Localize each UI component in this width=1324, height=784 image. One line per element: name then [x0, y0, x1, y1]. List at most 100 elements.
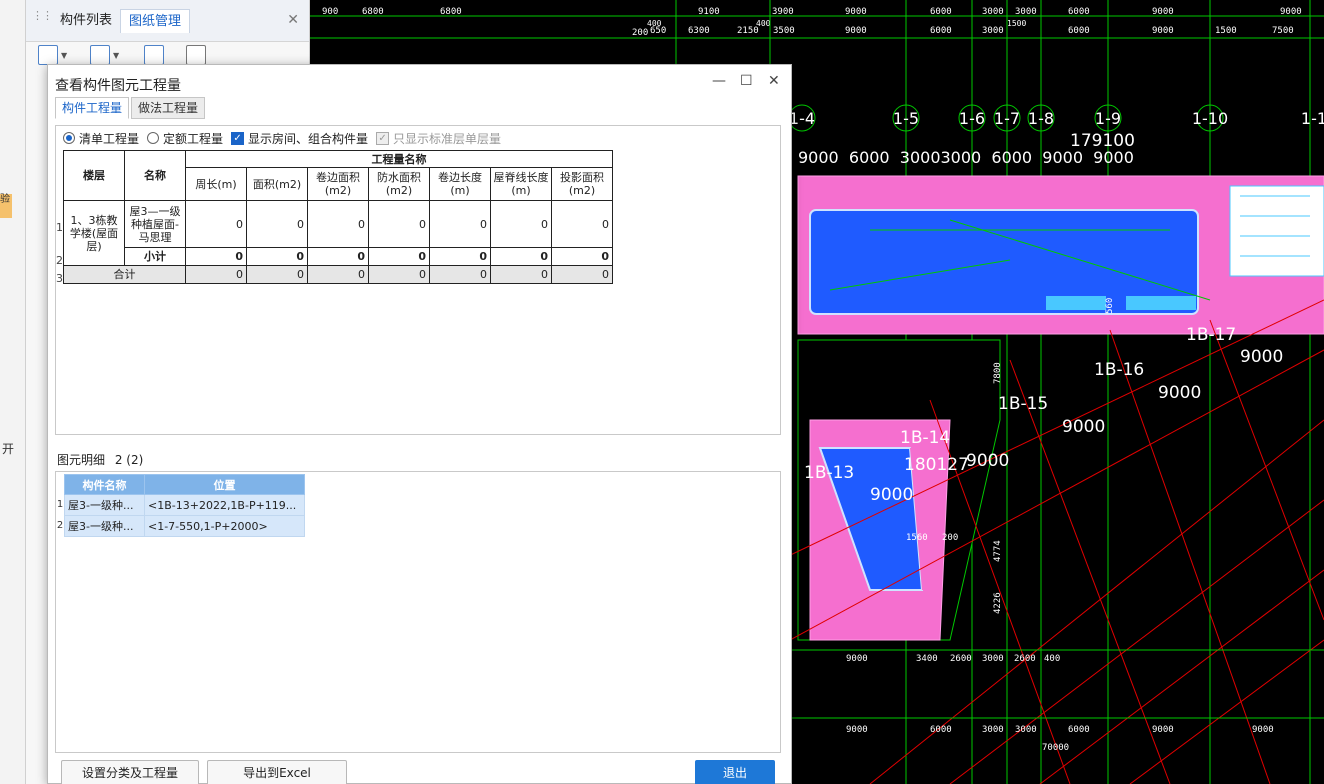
row-number: 2 — [56, 520, 64, 531]
cad-dim: 6000 — [930, 26, 952, 36]
row-number: 2 — [56, 254, 63, 267]
detail-pane: 1 2 构件名称 位置 屋3-一级种... <1B-13+2022,1B-P+1… — [55, 471, 781, 753]
export-excel-button[interactable]: 导出到Excel — [207, 760, 347, 784]
chevron-down-icon[interactable]: ▼ — [61, 51, 67, 60]
side-tag[interactable]: 验 — [0, 194, 12, 218]
header-name: 名称 — [124, 150, 186, 201]
header-group: 工程量名称 — [185, 150, 613, 168]
option-show-room[interactable]: ✓ 显示房间、组合构件量 — [231, 130, 368, 147]
dialog-title: 查看构件图元工程量 — [55, 78, 181, 94]
diag-dim: 9000 — [1240, 347, 1283, 367]
top-dim-row-2: 200 650 6300 2150 3500 9000 6000 3000 60… — [632, 19, 1294, 38]
option-qd[interactable]: 清单工程量 — [63, 130, 139, 147]
radio-selected[interactable] — [63, 132, 75, 144]
cell-value: 0 — [551, 265, 613, 284]
detail-table: 构件名称 位置 屋3-一级种... <1B-13+2022,1B-P+119..… — [64, 474, 305, 537]
cell-floor: 1、3栋教学楼(屋面层) — [63, 200, 125, 266]
tab-component-quantity[interactable]: 构件工程量 — [55, 97, 130, 119]
cell-value: 0 — [368, 247, 430, 266]
diag-total: 180127 — [904, 455, 969, 475]
cell-value: 0 — [307, 265, 369, 284]
cad-dim: 9000 — [845, 7, 867, 17]
tab-method-quantity[interactable]: 做法工程量 — [131, 97, 206, 119]
cell-value: 0 — [246, 200, 308, 248]
cell-value: 0 — [185, 265, 247, 284]
cell-component-name: 屋3-一级种... — [64, 515, 145, 537]
cell-value: 0 — [429, 265, 491, 284]
tab-component-list[interactable]: 构件列表 — [52, 9, 120, 33]
cad-dim: 400 — [756, 19, 771, 28]
chevron-down-icon[interactable]: ▼ — [113, 51, 119, 60]
axis-label: 1-1 — [1301, 109, 1324, 128]
copy-drawing-icon[interactable] — [144, 45, 164, 65]
diag-axis-label: 1B-17 — [1186, 325, 1236, 345]
cell-value: 0 — [185, 247, 247, 266]
detail-title: 图元明细 — [57, 453, 106, 467]
quantity-pane: 清单工程量 定额工程量 ✓ 显示房间、组合构件量 ✓ 只显示标准层单层量 1 2… — [55, 125, 781, 435]
cad-dim: 9000 — [846, 725, 868, 735]
header-col: 面积(m2) — [246, 167, 308, 201]
cad-dim: 6000 — [1068, 7, 1090, 17]
cad-dim: 9000 — [846, 654, 868, 664]
drag-handle-icon[interactable]: ⋮⋮ — [32, 10, 53, 28]
axis-label: 1-6 — [959, 109, 985, 128]
cad-dim: 3400 — [916, 654, 938, 664]
option-label: 只显示标准层单层量 — [393, 131, 502, 146]
cell-value: 0 — [368, 265, 430, 284]
cad-dim: 6000 — [930, 725, 952, 735]
diag-axis-label: 1B-16 — [1094, 360, 1144, 380]
cad-dim: 9000 — [1152, 7, 1174, 17]
delete-icon[interactable] — [186, 45, 206, 65]
row-number: 1 — [56, 499, 64, 510]
checkbox-checked[interactable]: ✓ — [231, 131, 245, 145]
add-drawing-icon[interactable] — [38, 45, 58, 65]
cell-position: <1B-13+2022,1B-P+119... — [144, 494, 305, 516]
cad-dim: 3000 — [1015, 7, 1037, 17]
radio-unselected[interactable] — [147, 132, 160, 144]
detail-header: 图元明细 2 (2) — [57, 451, 143, 468]
option-de[interactable]: 定额工程量 — [147, 130, 223, 147]
table-row[interactable]: 1、3栋教学楼(屋面层) 屋3—一级种植屋面-马思理 0 0 0 0 0 0 0 — [63, 200, 613, 266]
edit-drawing-icon[interactable] — [90, 45, 110, 65]
table-row[interactable]: 屋3-一级种... <1B-13+2022,1B-P+119... — [64, 494, 305, 516]
quantity-dialog: 查看构件图元工程量 — ☐ ✕ 构件工程量 做法工程量 清单工程量 定额工程量 … — [47, 64, 792, 784]
diag-dim: 9000 — [1062, 417, 1105, 437]
close-icon[interactable]: ✕ — [287, 12, 299, 28]
cad-dim: 3000 — [982, 725, 1004, 735]
axis-label: 1-5 — [893, 109, 919, 128]
header-component-name[interactable]: 构件名称 — [64, 474, 145, 495]
cad-dim: 3000 — [982, 7, 1004, 17]
cad-dim: 9000 — [1252, 725, 1274, 735]
cell-value: 0 — [185, 200, 247, 248]
table-row[interactable]: 屋3-一级种... <1-7-550,1-P+2000> — [64, 515, 305, 537]
cad-dim: 6000 — [1068, 725, 1090, 735]
cad-dim: 7800 — [993, 362, 1003, 384]
cad-dim: 1500 — [1007, 19, 1026, 28]
cad-dim: 3000 — [1015, 725, 1037, 735]
diag-axis-label: 1B-15 — [998, 394, 1048, 414]
cad-dim: 1560 — [906, 533, 928, 543]
cell-value: 0 — [246, 247, 308, 266]
cad-dim: 9100 — [698, 7, 720, 17]
minimize-icon[interactable]: — — [712, 73, 726, 89]
cell-value: 0 — [307, 200, 369, 248]
set-classification-button[interactable]: 设置分类及工程量 — [61, 760, 199, 784]
header-position[interactable]: 位置 — [144, 474, 305, 495]
axis-label: 1-7 — [994, 109, 1020, 128]
left-edge-strip: 验 开 — [0, 0, 26, 784]
cad-dim: 9000 — [1152, 26, 1174, 36]
maximize-icon[interactable]: ☐ — [740, 73, 753, 89]
cell-position: <1-7-550,1-P+2000> — [144, 515, 305, 537]
tab-drawing-management[interactable]: 图纸管理 — [120, 9, 191, 33]
option-std-only: ✓ 只显示标准层单层量 — [376, 130, 501, 147]
subtotal-row[interactable]: 小计 0 0 0 0 0 0 0 — [64, 247, 613, 266]
total-row[interactable]: 合计 0 0 0 0 0 0 0 — [63, 265, 613, 284]
options-bar: 清单工程量 定额工程量 ✓ 显示房间、组合构件量 ✓ 只显示标准层单层量 — [63, 128, 509, 148]
close-icon[interactable]: ✕ — [768, 73, 780, 89]
cad-dim: 2600 — [950, 654, 972, 664]
header-col: 周长(m) — [185, 167, 247, 201]
cad-dim: 400 — [647, 19, 662, 28]
exit-button[interactable]: 退出 — [695, 760, 775, 784]
row-number: 1 — [56, 221, 63, 234]
option-label: 定额工程量 — [163, 131, 224, 146]
